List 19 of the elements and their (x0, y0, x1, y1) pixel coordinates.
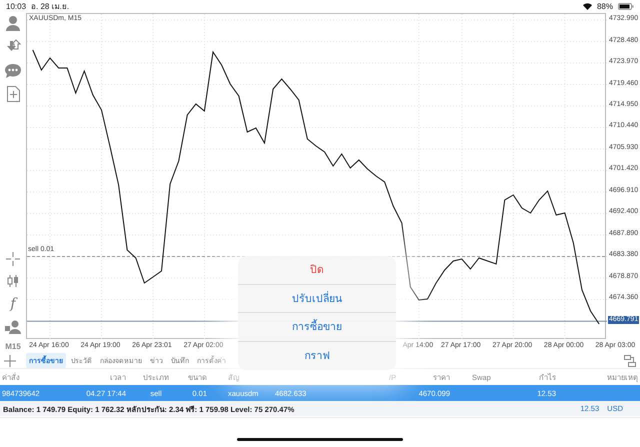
menu-item[interactable]: กราฟ (238, 342, 396, 370)
wifi-icon (582, 3, 592, 10)
add-document-icon[interactable] (6, 86, 20, 102)
chat-icon[interactable] (5, 63, 21, 78)
timeframe-label[interactable]: M15 (5, 342, 21, 351)
menu-item[interactable]: ปิด (238, 256, 396, 284)
date: อ. 28 เม.ย. (31, 1, 70, 13)
crosshair-icon[interactable] (6, 252, 20, 266)
layout-icon[interactable] (624, 354, 636, 366)
menu-item[interactable]: ปรับเปลี่ยน (238, 284, 396, 313)
clock-time: 10:03 (6, 2, 26, 11)
battery-icon (618, 3, 634, 10)
person-icon[interactable] (5, 15, 21, 31)
add-icon[interactable] (4, 354, 16, 366)
battery-percent: 88% (596, 2, 613, 11)
menu-item[interactable]: การซื้อขาย (238, 313, 396, 342)
function-glyph[interactable]: f (10, 296, 16, 312)
people-icon[interactable] (5, 320, 21, 334)
candlestick-icon[interactable] (6, 274, 20, 288)
